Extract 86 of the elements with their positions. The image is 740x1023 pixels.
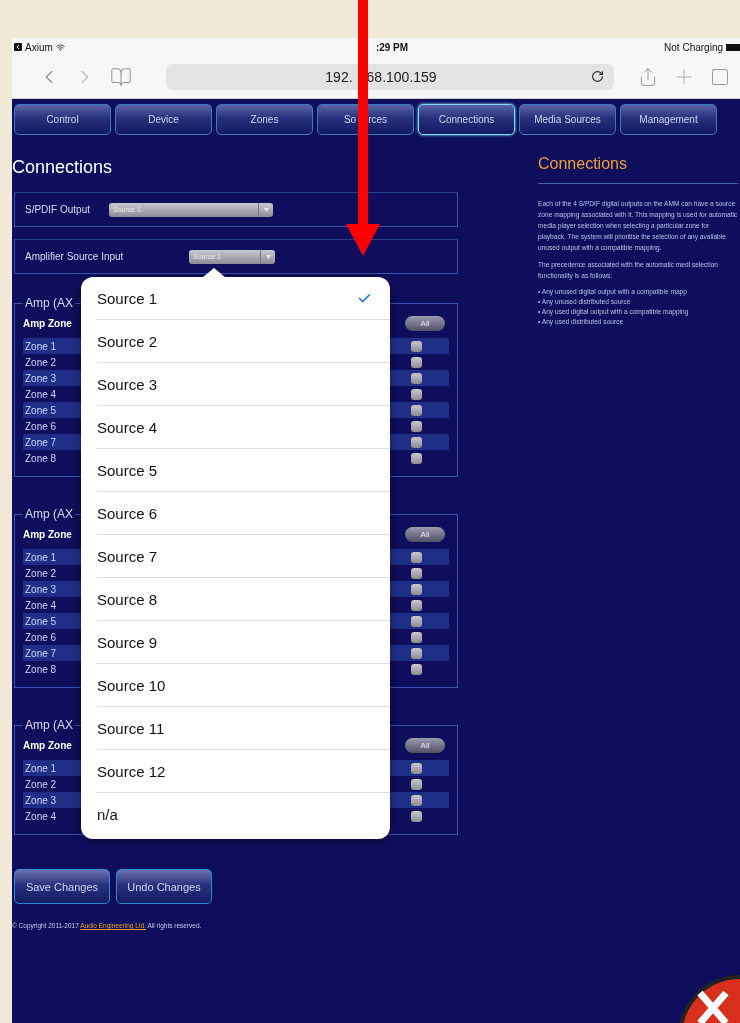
zone-name: Zone 4	[25, 388, 57, 400]
zone-checkbox[interactable]	[411, 340, 422, 352]
amp-title: Amp (AX	[24, 296, 74, 310]
column-header: Amp Zone	[23, 739, 72, 751]
dropdown-option[interactable]: Source 4	[97, 406, 390, 449]
battery-status: Not Charging	[664, 41, 740, 53]
dropdown-option[interactable]: Source 12	[97, 750, 390, 793]
zone-checkbox[interactable]	[411, 647, 422, 659]
zone-checkbox[interactable]	[411, 404, 422, 416]
nav-tab[interactable]: Zones	[216, 104, 313, 135]
dropdown-arrow-icon	[265, 254, 271, 259]
select-label: Amplifier Source Input	[25, 251, 125, 262]
back-to-app-text[interactable]: Axium	[14, 41, 346, 53]
status-time: :29 PM	[375, 41, 409, 53]
zone-name: Zone 7	[25, 436, 57, 448]
nav-tab[interactable]: Media Sources	[519, 104, 616, 135]
zone-name: Zone 6	[25, 631, 57, 643]
zone-name: Zone 6	[25, 420, 57, 432]
column-header: Amp Zone	[23, 317, 72, 329]
action-button[interactable]: Undo Changes	[116, 869, 212, 904]
zone-name: Zone 1	[25, 762, 57, 774]
zone-name: Zone 3	[25, 583, 57, 595]
dropdown-option[interactable]: Source 8	[97, 578, 390, 621]
amp-title: Amp (AX	[24, 718, 74, 732]
zone-name: Zone 8	[25, 452, 57, 464]
nav-tab[interactable]: Connections	[418, 104, 515, 135]
zone-checkbox[interactable]	[411, 794, 422, 806]
zone-checkbox[interactable]	[411, 615, 422, 627]
dropdown-option[interactable]: Source 2	[97, 320, 390, 363]
zone-checkbox[interactable]	[411, 372, 422, 384]
zone-checkbox[interactable]	[411, 436, 422, 448]
dropdown-option[interactable]: Source 11	[97, 707, 390, 750]
zone-checkbox[interactable]	[411, 388, 422, 400]
zone-name: Zone 7	[25, 647, 57, 659]
zone-checkbox[interactable]	[411, 663, 422, 675]
column-header: Amp Zone	[23, 528, 72, 540]
all-button[interactable]: All	[405, 315, 445, 331]
reload-icon[interactable]	[591, 70, 604, 83]
zone-checkbox[interactable]	[411, 810, 422, 822]
zone-name: Zone 5	[25, 615, 57, 627]
zone-name: Zone 2	[25, 356, 57, 368]
logo-icon	[678, 975, 740, 1023]
zone-checkbox[interactable]	[411, 452, 422, 464]
zone-checkbox[interactable]	[411, 778, 422, 790]
zone-checkbox[interactable]	[411, 583, 422, 595]
zone-checkbox[interactable]	[411, 551, 422, 563]
battery-icon	[726, 43, 740, 51]
all-button[interactable]: All	[405, 526, 445, 542]
select-label: S/PDIF Output	[25, 204, 92, 215]
zone-checkbox[interactable]	[411, 420, 422, 432]
nav-tab[interactable]: Device	[115, 104, 212, 135]
wifi-icon	[55, 42, 65, 52]
action-button[interactable]: Save Changes	[14, 869, 110, 904]
bookmarks-icon[interactable]	[110, 66, 132, 88]
dropdown-option[interactable]: Source 6	[97, 492, 390, 535]
dropdown-option[interactable]: Source 9	[97, 621, 390, 664]
dropdown-option[interactable]: Source 10	[97, 664, 390, 707]
zone-name: Zone 4	[25, 599, 57, 611]
zone-checkbox[interactable]	[411, 762, 422, 774]
dropdown-arrow-icon	[263, 207, 269, 212]
zone-checkbox[interactable]	[411, 567, 422, 579]
zone-name: Zone 8	[25, 663, 57, 675]
zone-checkbox[interactable]	[411, 599, 422, 611]
address-bar[interactable]: 192. 68.100.159	[166, 64, 614, 90]
nav-tab[interactable]: Management	[620, 104, 717, 135]
zone-checkbox[interactable]	[411, 356, 422, 368]
dropdown-option[interactable]: Source 7	[97, 535, 390, 578]
dropdown-option[interactable]: n/a	[97, 793, 390, 835]
zone-name: Zone 4	[25, 810, 57, 822]
zone-name: Zone 2	[25, 778, 57, 790]
all-button[interactable]: All	[405, 737, 445, 753]
tabs-icon[interactable]	[710, 67, 730, 87]
zone-name: Zone 1	[25, 551, 57, 563]
dropdown-option[interactable]: Source 5	[97, 449, 390, 492]
nav-tab[interactable]: Control	[14, 104, 111, 135]
zone-checkbox[interactable]	[411, 631, 422, 643]
zone-name: Zone 1	[25, 340, 57, 352]
help-title: Connections	[538, 155, 738, 184]
zone-name: Zone 3	[25, 794, 57, 806]
zone-name: Zone 3	[25, 372, 57, 384]
page-title: Connections	[12, 157, 114, 178]
zone-name: Zone 2	[25, 567, 57, 579]
dropdown-option[interactable]: Source 3	[97, 363, 390, 406]
amp-title: Amp (AX	[24, 507, 74, 521]
dropdown-option[interactable]: Source 1	[97, 277, 390, 320]
zone-name: Zone 5	[25, 404, 57, 416]
